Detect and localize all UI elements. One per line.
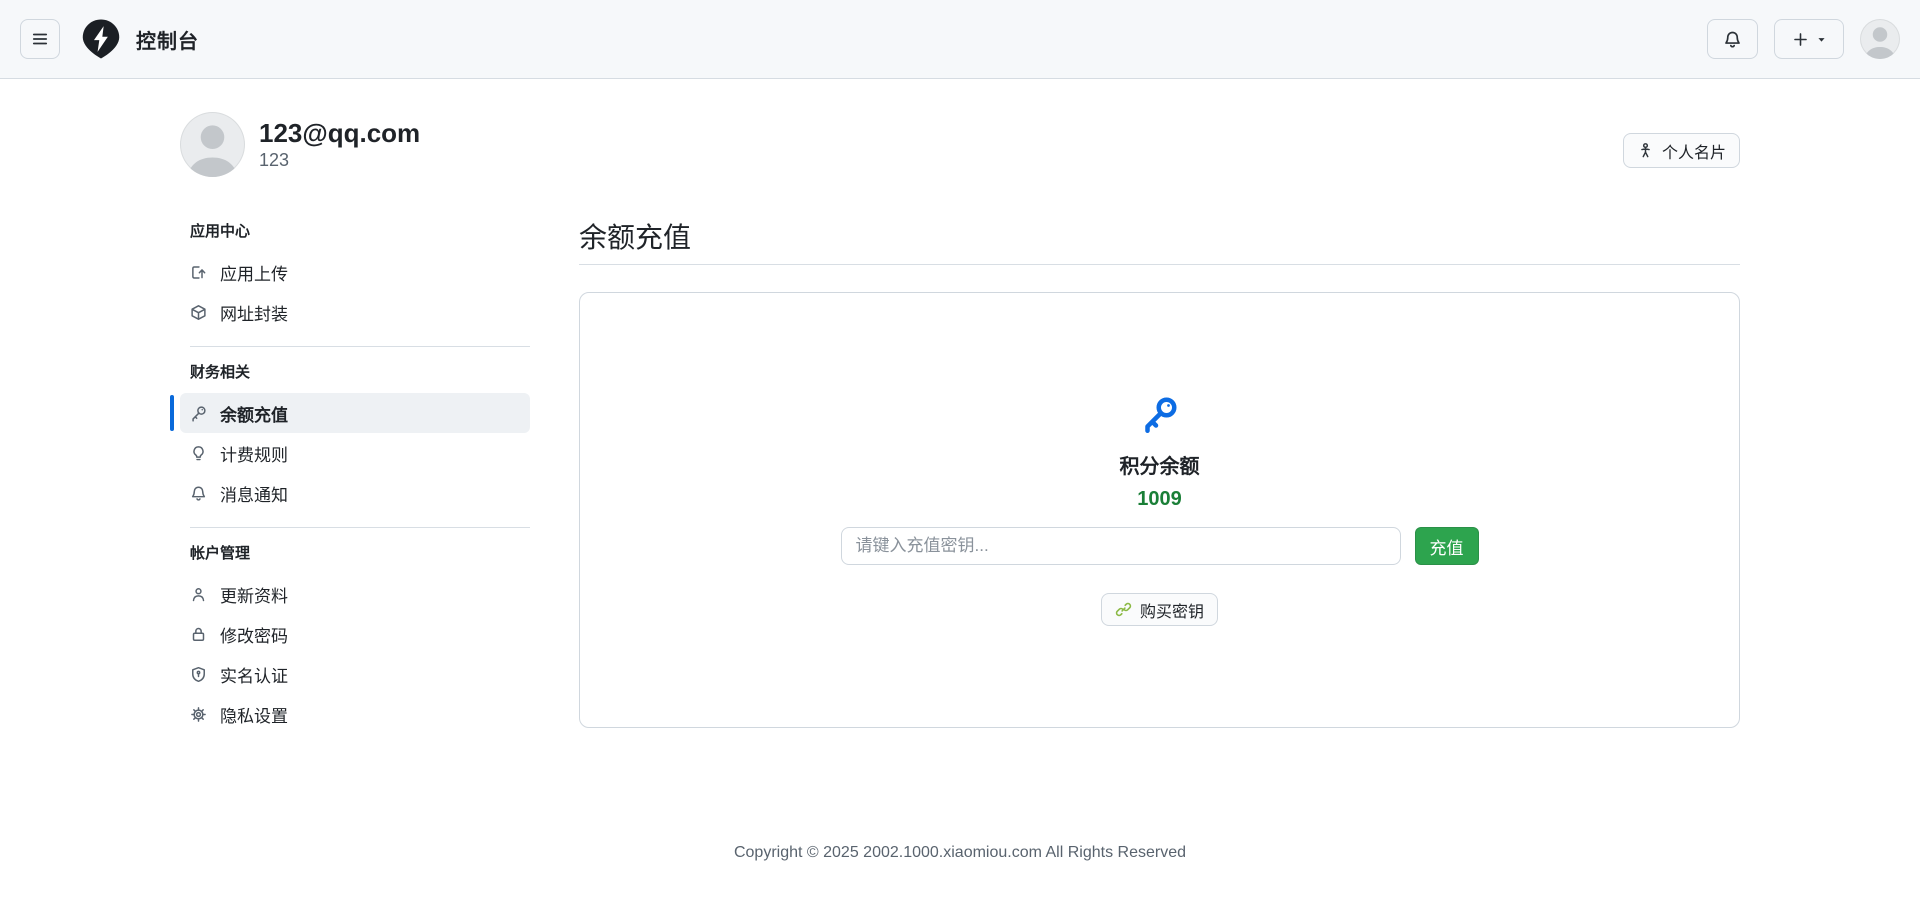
hamburger-icon — [31, 30, 49, 48]
top-bar-actions — [1707, 19, 1900, 59]
key-icon — [190, 405, 207, 422]
profile-avatar — [180, 112, 245, 177]
profile-text: 123@qq.com 123 — [259, 118, 420, 171]
lock-icon — [190, 626, 207, 643]
sidebar-section-finance: 财务相关 — [180, 361, 530, 385]
shield-icon — [190, 666, 207, 683]
bell-icon — [190, 485, 207, 502]
create-new-button[interactable] — [1774, 19, 1844, 59]
recharge-card: 积分余额 1009 充值 购买密钥 — [579, 292, 1740, 728]
main-content: 余额充值 积分余额 1009 充值 — [579, 220, 1740, 728]
sidebar-item-label: 应用上传 — [220, 260, 288, 285]
plus-icon — [1792, 31, 1809, 48]
recharge-form: 充值 — [841, 527, 1479, 565]
sidebar-item-app-upload[interactable]: 应用上传 — [180, 252, 530, 292]
sidebar-section-app-center: 应用中心 — [180, 220, 530, 244]
buy-key-button[interactable]: 购买密钥 — [1101, 593, 1218, 626]
sidebar-item-notifications[interactable]: 消息通知 — [180, 473, 530, 513]
sidebar-item-label: 更新资料 — [220, 582, 288, 607]
notifications-button[interactable] — [1707, 19, 1758, 59]
footer: Copyright © 2025 2002.1000.xiaomiou.com … — [0, 844, 1920, 862]
menu-button[interactable] — [20, 19, 60, 59]
buy-key-label: 购买密钥 — [1140, 598, 1204, 622]
personal-card-label: 个人名片 — [1662, 139, 1726, 163]
sidebar-item-url-package[interactable]: 网址封装 — [180, 292, 530, 332]
header-user-avatar[interactable] — [1860, 19, 1900, 59]
top-bar: 控制台 — [0, 0, 1920, 79]
sidebar-divider — [190, 527, 530, 528]
key-icon — [1140, 394, 1180, 434]
chevron-down-icon — [1816, 34, 1827, 45]
balance-value: 1009 — [1137, 488, 1182, 511]
sidebar-item-label: 计费规则 — [220, 441, 288, 466]
sidebar-item-label: 隐私设置 — [220, 702, 288, 727]
app-title: 控制台 — [136, 25, 199, 54]
sidebar-item-label: 实名认证 — [220, 662, 288, 687]
profile-header: 123@qq.com 123 个人名片 — [180, 112, 1740, 178]
personal-card-button[interactable]: 个人名片 — [1623, 133, 1740, 168]
person-badge-icon — [1637, 142, 1654, 159]
link-icon — [1115, 601, 1132, 618]
sidebar: 应用中心 应用上传 网址封装 — [180, 220, 530, 734]
sidebar-item-label: 消息通知 — [220, 481, 288, 506]
profile-email: 123@qq.com — [259, 118, 420, 148]
sidebar-divider — [190, 346, 530, 347]
sidebar-item-change-password[interactable]: 修改密码 — [180, 614, 530, 654]
sidebar-item-label: 余额充值 — [220, 401, 288, 426]
sidebar-section-account: 帐户管理 — [180, 542, 530, 566]
sidebar-item-billing-rules[interactable]: 计费规则 — [180, 433, 530, 473]
page-content: 123@qq.com 123 个人名片 应用中心 — [0, 112, 1920, 734]
person-icon — [190, 586, 207, 603]
upload-icon — [190, 264, 207, 281]
copyright-text: Copyright © 2025 2002.1000.xiaomiou.com … — [734, 844, 1186, 861]
profile-identity: 123@qq.com 123 — [180, 112, 420, 177]
sidebar-item-label: 修改密码 — [220, 622, 288, 647]
sidebar-item-identity-verification[interactable]: 实名认证 — [180, 654, 530, 694]
page-title: 余额充值 — [579, 222, 1740, 265]
app-logo-icon — [82, 18, 120, 60]
package-icon — [190, 304, 207, 321]
sidebar-item-label: 网址封装 — [220, 300, 288, 325]
bell-icon — [1723, 30, 1742, 49]
lightbulb-icon — [190, 445, 207, 462]
gear-icon — [190, 706, 207, 723]
recharge-button[interactable]: 充值 — [1415, 527, 1479, 565]
profile-username: 123 — [259, 150, 420, 171]
sidebar-item-balance-recharge[interactable]: 余额充值 — [180, 393, 530, 433]
balance-label: 积分余额 — [1120, 450, 1200, 479]
recharge-key-input[interactable] — [841, 527, 1401, 565]
sidebar-item-update-profile[interactable]: 更新资料 — [180, 574, 530, 614]
sidebar-item-privacy-settings[interactable]: 隐私设置 — [180, 694, 530, 734]
